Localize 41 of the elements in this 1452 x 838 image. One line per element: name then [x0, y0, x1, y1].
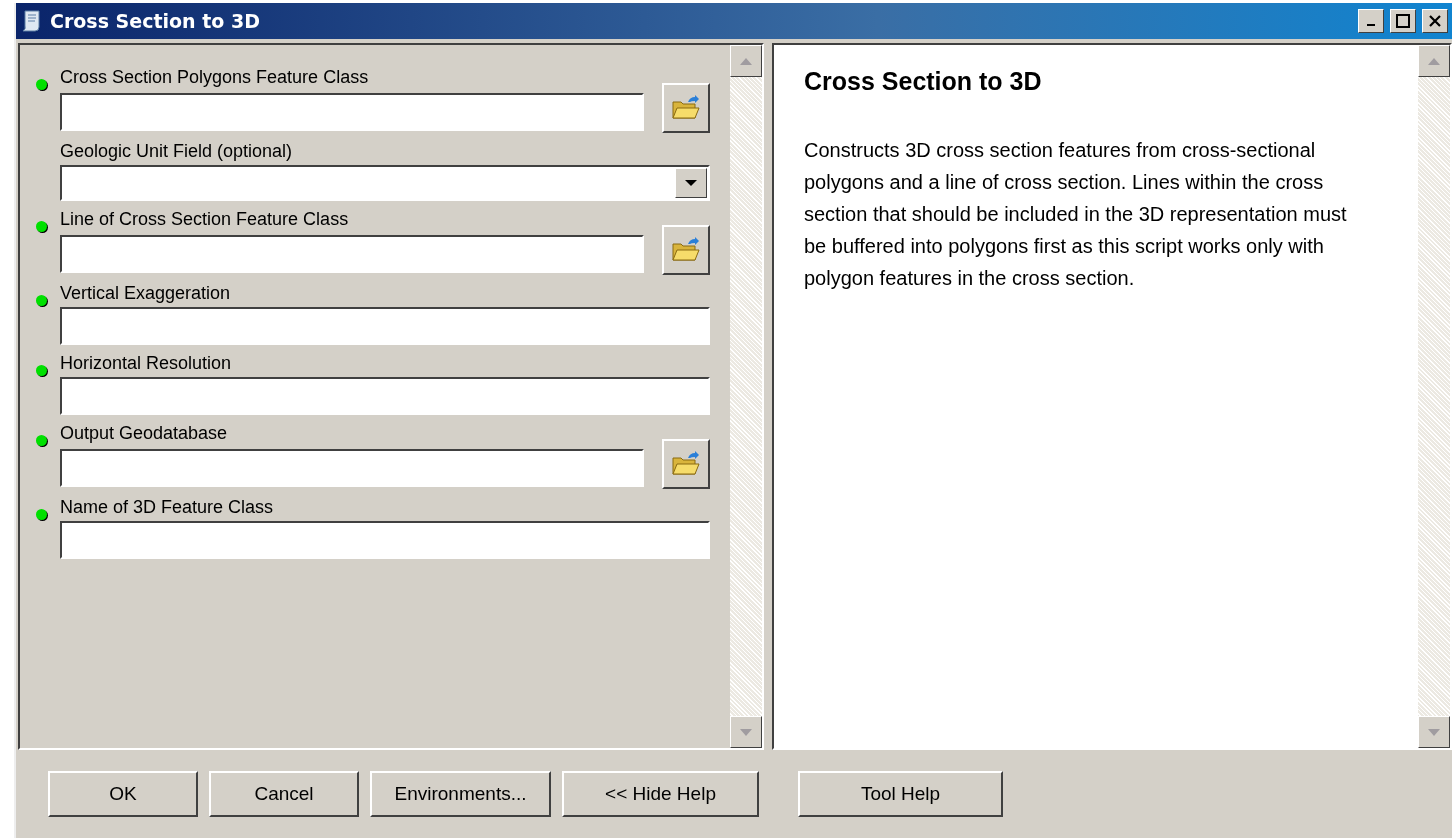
window-title: Cross Section to 3D [50, 10, 261, 32]
input-field[interactable] [60, 93, 644, 131]
tool-help-button[interactable]: Tool Help [798, 771, 1003, 817]
folder-icon [671, 236, 701, 264]
input-field[interactable] [60, 521, 710, 559]
parameter-label: Line of Cross Section Feature Class [60, 209, 350, 231]
parameter-label: Cross Section Polygons Feature Class [60, 67, 370, 89]
minimize-button[interactable] [1358, 9, 1384, 33]
input-field[interactable] [60, 449, 644, 487]
folder-icon [671, 450, 701, 478]
input-field[interactable] [60, 235, 644, 273]
dialog-button[interactable]: Cancel [209, 771, 359, 817]
scroll-up-arrow-icon [739, 56, 753, 66]
scroll-down-arrow-icon [739, 727, 753, 737]
browse-button[interactable] [662, 225, 710, 275]
minimize-icon [1367, 24, 1375, 26]
help-text: Constructs 3D cross section features from cross-sectional polygons and a line of cross section. Lines within the cross section that should be included in the 3D representation must be buffered into polygons first as this script works only with polygon features in the cross section. [804, 138, 1348, 291]
browse-button[interactable] [662, 439, 710, 489]
scrollbar[interactable] [730, 45, 762, 748]
maximize-icon [1396, 14, 1410, 28]
parameter-label: Name of 3D Feature Class [60, 497, 275, 519]
input-field[interactable] [60, 307, 710, 345]
dropdown-arrow-icon [684, 179, 698, 187]
browse-button[interactable] [662, 83, 710, 133]
help-title: Cross Section to 3D [804, 67, 1043, 96]
scrollbar[interactable] [1418, 45, 1450, 748]
dialog-button[interactable]: << Hide Help [562, 771, 759, 817]
close-button[interactable] [1422, 9, 1448, 33]
maximize-button[interactable] [1390, 9, 1416, 33]
scroll-up-arrow-icon [1427, 56, 1441, 66]
scroll-down-arrow-icon [1427, 727, 1441, 737]
parameter-label: Horizontal Resolution [60, 353, 233, 375]
dialog-button[interactable]: OK [48, 771, 198, 817]
dropdown-field[interactable] [60, 165, 710, 201]
close-icon [1428, 14, 1442, 28]
dialog-button[interactable]: Environments... [370, 771, 551, 817]
folder-icon [671, 94, 701, 122]
input-field[interactable] [60, 377, 710, 415]
parameter-label: Vertical Exaggeration [60, 283, 232, 305]
parameter-label: Output Geodatabase [60, 423, 229, 445]
parameter-label: Geologic Unit Field (optional) [60, 141, 294, 163]
